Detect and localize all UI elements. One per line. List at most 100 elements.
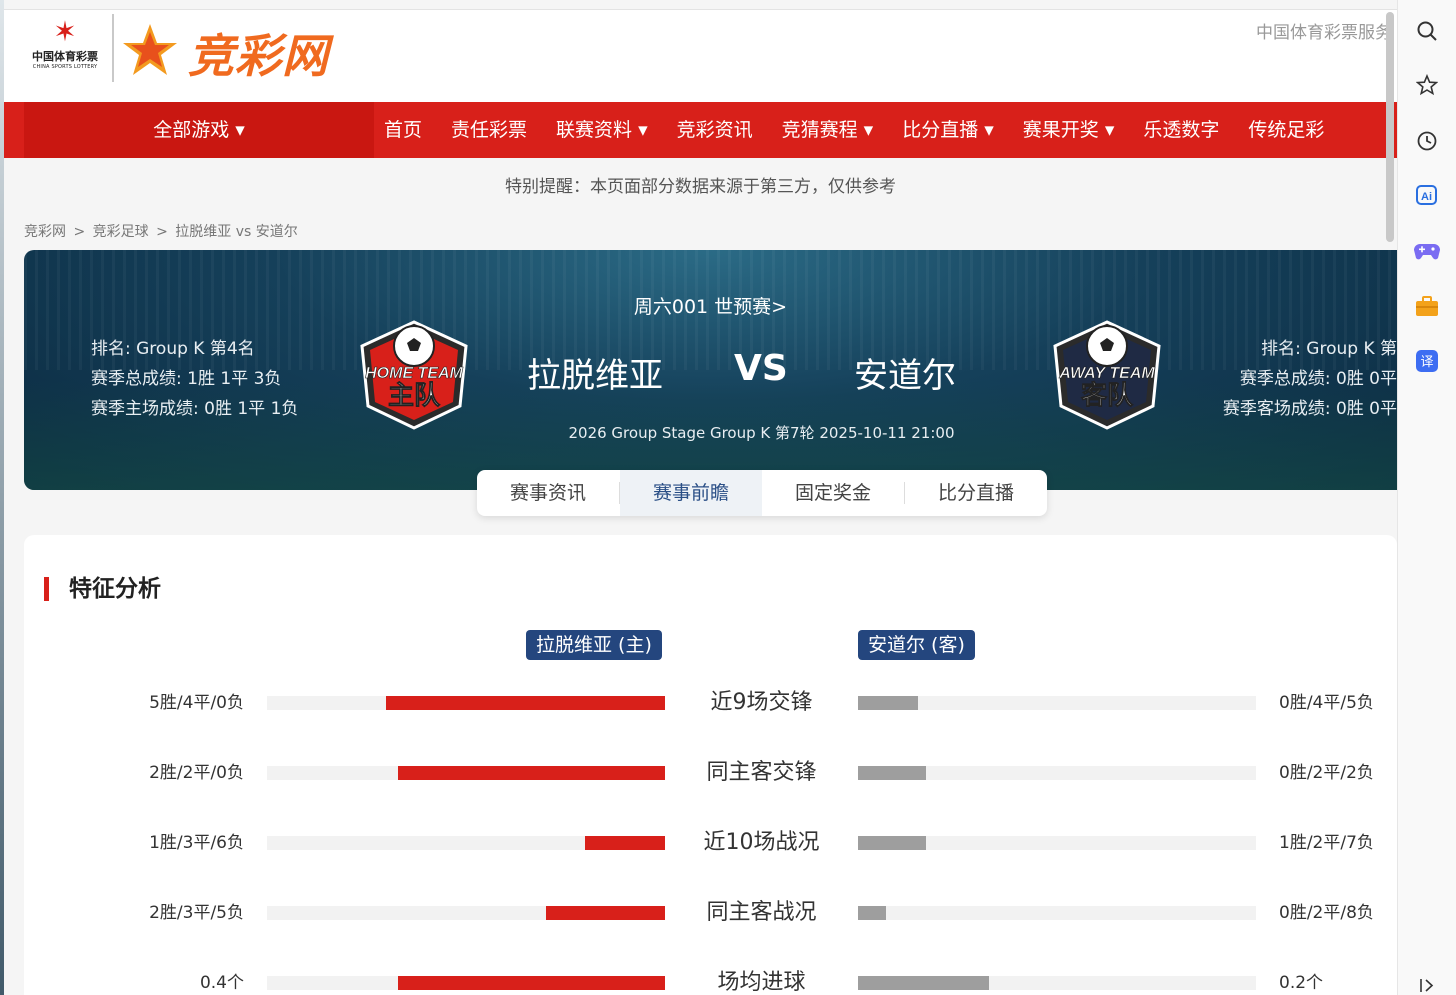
toolbox-icon[interactable] bbox=[1414, 293, 1440, 319]
page-scrollbar[interactable] bbox=[1386, 12, 1394, 242]
nav-item-news[interactable]: 竞彩资讯 bbox=[667, 102, 763, 158]
away-stat-value: 0.2个 bbox=[1279, 973, 1324, 993]
comparison-row: 5胜/4平/0负 近9场交锋 0胜/4平/5负 bbox=[24, 688, 1397, 718]
site-star-icon bbox=[123, 24, 177, 75]
site-logo[interactable]: 竞彩网 bbox=[188, 20, 329, 86]
stat-label: 同主客交锋 bbox=[706, 760, 817, 785]
nav-item-league-data[interactable]: 联赛资料 ▾ bbox=[546, 102, 658, 158]
comparison-row: 2胜/3平/5负 同主客战况 0胜/2平/8负 bbox=[24, 898, 1397, 928]
nav-item-home[interactable]: 首页 bbox=[374, 102, 432, 158]
game-controller-icon[interactable] bbox=[1414, 238, 1440, 264]
home-stat-bar bbox=[267, 696, 665, 710]
nav-item-schedule[interactable]: 竞猜赛程 ▾ bbox=[772, 102, 884, 158]
home-team-info: 排名: Group K 第4名 赛季总成绩: 1胜 1平 3负 赛季主场成绩: … bbox=[91, 334, 298, 424]
home-stat-bar-fill bbox=[398, 976, 665, 990]
page: ✶ 中国体育彩票 CHINA SPORTS LOTTERY 竞彩网 中国体育彩票… bbox=[0, 0, 1397, 995]
tab-live-score[interactable]: 比分直播 bbox=[905, 470, 1047, 516]
history-icon[interactable] bbox=[1414, 128, 1440, 154]
home-stat-bar bbox=[267, 906, 665, 920]
logo-divider bbox=[112, 14, 114, 82]
svg-text:Ai: Ai bbox=[1421, 191, 1432, 203]
away-stat-bar-fill bbox=[858, 836, 926, 850]
home-stat-bar bbox=[267, 976, 665, 990]
home-season-record: 赛季总成绩: 1胜 1平 3负 bbox=[91, 369, 282, 389]
home-stat-value: 1胜/3平/6负 bbox=[149, 833, 244, 853]
home-stat-value: 2胜/2平/0负 bbox=[149, 763, 244, 783]
home-stat-bar-fill bbox=[386, 696, 665, 710]
home-stat-value: 2胜/3平/5负 bbox=[149, 903, 244, 923]
expand-icon[interactable] bbox=[1414, 972, 1440, 995]
lottery-star-icon: ✶ bbox=[53, 15, 77, 48]
away-stat-bar bbox=[858, 906, 1256, 920]
away-team-name[interactable]: 安道尔 bbox=[854, 348, 956, 397]
away-stat-bar bbox=[858, 696, 1256, 710]
breadcrumb: 竞彩网 > 竞彩足球 > 拉脱维亚 vs 安道尔 bbox=[24, 221, 301, 241]
home-stat-bar-fill bbox=[546, 906, 665, 920]
service-link[interactable]: 中国体育彩票服务 bbox=[1256, 18, 1392, 43]
tab-preview[interactable]: 赛事前瞻 bbox=[620, 470, 762, 516]
home-team-tag: 拉脱维亚 (主) bbox=[526, 630, 662, 660]
logo-text-cn: 中国体育彩票 bbox=[32, 50, 98, 63]
away-season-record: 赛季总成绩: 0胜 0平 bbox=[1239, 369, 1397, 389]
translate-icon[interactable]: 译 bbox=[1414, 348, 1440, 374]
nav-item-responsible[interactable]: 责任彩票 bbox=[441, 102, 537, 158]
star-icon[interactable] bbox=[1414, 72, 1440, 98]
nav-item-traditional[interactable]: 传统足彩 bbox=[1238, 102, 1334, 158]
home-stat-value: 0.4个 bbox=[199, 973, 244, 993]
main-nav: 全部游戏 ▾ 首页 责任彩票 联赛资料 ▾ 竞彩资讯 竞猜赛程 ▾ 比分直播 ▾… bbox=[4, 102, 1397, 158]
home-stat-bar bbox=[267, 836, 665, 850]
china-sports-lottery-logo[interactable]: ✶ 中国体育彩票 CHINA SPORTS LOTTERY bbox=[22, 16, 108, 80]
section-title: 特征分析 bbox=[44, 577, 161, 601]
logo-text-en: CHINA SPORTS LOTTERY bbox=[32, 64, 98, 70]
nav-all-games[interactable]: 全部游戏 ▾ bbox=[24, 102, 374, 158]
away-team-badge-icon: AWAY TEAM 客队 bbox=[1053, 320, 1161, 430]
vs-label: VS bbox=[734, 348, 788, 389]
home-badge-line1: HOME TEAM bbox=[365, 365, 463, 382]
match-header-link[interactable]: 周六001 世预赛> bbox=[24, 292, 1397, 319]
ai-icon[interactable]: Ai bbox=[1414, 182, 1440, 208]
analysis-panel: 特征分析 拉脱维亚 (主) 安道尔 (客) 5胜/4平/0负 近9场交锋 0胜/4平… bbox=[24, 535, 1397, 995]
away-badge-line2: 客队 bbox=[1081, 380, 1134, 411]
home-team-badge-icon: HOME TEAM 主队 bbox=[360, 320, 468, 430]
breadcrumb-sep: > bbox=[73, 224, 86, 240]
notice-text: 特别提醒：本页面部分数据来源于第三方，仅供参考 bbox=[505, 177, 896, 197]
away-stat-bar bbox=[858, 976, 1256, 990]
breadcrumb-football[interactable]: 竞彩足球 bbox=[93, 224, 149, 240]
tab-fixed-odds[interactable]: 固定奖金 bbox=[762, 470, 904, 516]
nav-item-lotto[interactable]: 乐透数字 bbox=[1133, 102, 1229, 158]
away-stat-bar-fill bbox=[858, 696, 918, 710]
tab-news[interactable]: 赛事资讯 bbox=[477, 470, 619, 516]
top-strip bbox=[0, 0, 1397, 10]
comparison-row: 2胜/2平/0负 同主客交锋 0胜/2平/2负 bbox=[24, 758, 1397, 788]
away-stat-value: 0胜/2平/2负 bbox=[1279, 763, 1374, 783]
away-team-tag: 安道尔 (客) bbox=[858, 630, 975, 660]
stat-label: 同主客战况 bbox=[706, 900, 817, 925]
away-stat-bar bbox=[858, 766, 1256, 780]
browser-sidebar: Ai 译 bbox=[1397, 0, 1456, 995]
comparison-row: 1胜/3平/6负 近10场战况 1胜/2平/7负 bbox=[24, 828, 1397, 858]
away-stat-value: 1胜/2平/7负 bbox=[1279, 833, 1374, 853]
stat-label: 近9场交锋 bbox=[710, 690, 813, 715]
away-stat-bar bbox=[858, 836, 1256, 850]
away-away-record: 赛季客场成绩: 0胜 0平 bbox=[1222, 399, 1397, 419]
search-icon[interactable] bbox=[1414, 18, 1440, 44]
stat-label: 场均进球 bbox=[717, 970, 806, 995]
breadcrumb-home[interactable]: 竞彩网 bbox=[24, 224, 66, 240]
match-tabs: 赛事资讯 赛事前瞻 固定奖金 比分直播 bbox=[477, 470, 1047, 516]
home-team-name[interactable]: 拉脱维亚 bbox=[527, 348, 663, 397]
away-stat-value: 0胜/2平/8负 bbox=[1279, 903, 1374, 923]
breadcrumb-sep: > bbox=[156, 224, 168, 240]
home-stat-bar-fill bbox=[398, 766, 665, 780]
stat-label: 近10场战况 bbox=[703, 830, 820, 855]
match-banner: 周六001 世预赛> 排名: Group K 第4名 赛季总成绩: 1胜 1平 … bbox=[24, 250, 1397, 490]
site-header: ✶ 中国体育彩票 CHINA SPORTS LOTTERY 竞彩网 中国体育彩票… bbox=[4, 10, 1397, 102]
home-stat-bar-fill bbox=[585, 836, 665, 850]
away-stat-bar-fill bbox=[858, 906, 886, 920]
nav-item-results[interactable]: 赛果开奖 ▾ bbox=[1013, 102, 1125, 158]
home-stat-bar bbox=[267, 766, 665, 780]
away-badge-line1: AWAY TEAM bbox=[1058, 365, 1155, 382]
home-rank: 排名: Group K 第4名 bbox=[91, 339, 255, 359]
comparison-row: 0.4个 场均进球 0.2个 bbox=[24, 968, 1397, 995]
home-home-record: 赛季主场成绩: 0胜 1平 1负 bbox=[91, 399, 299, 419]
nav-item-live-score[interactable]: 比分直播 ▾ bbox=[892, 102, 1004, 158]
